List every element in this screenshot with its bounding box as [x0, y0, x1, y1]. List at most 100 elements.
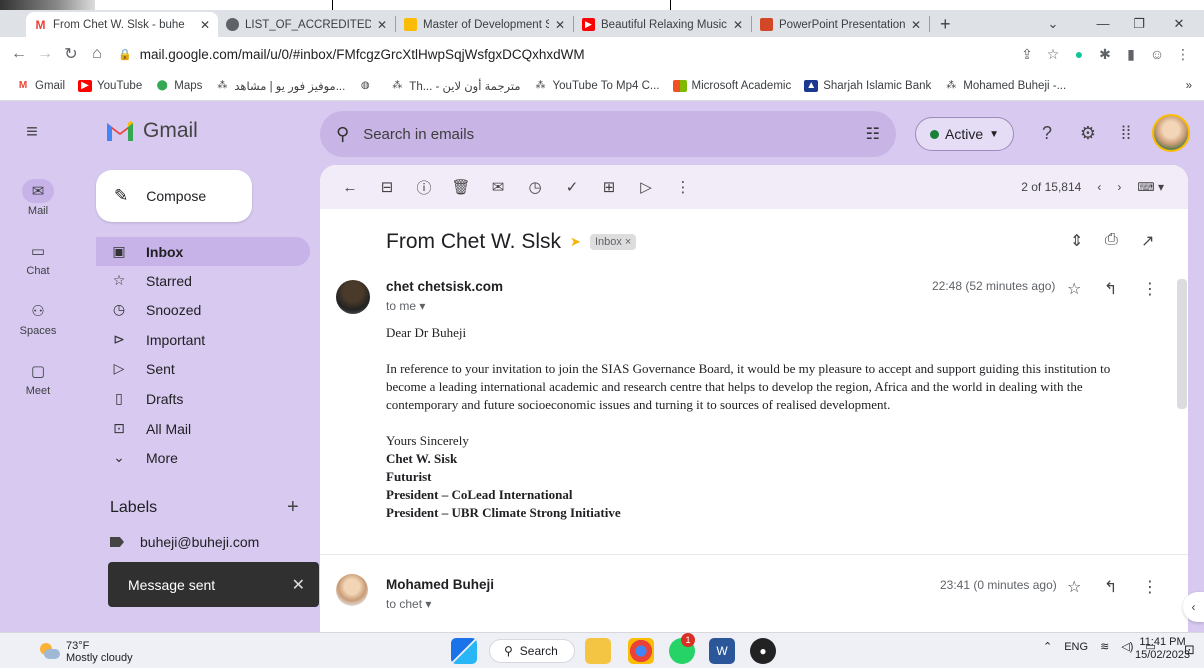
more-bookmarks-icon[interactable]: » [1186, 80, 1192, 92]
search-options-icon[interactable]: ☷ [866, 124, 880, 144]
nav-all-mail[interactable]: ⊡ All Mail [96, 414, 310, 443]
compose-button[interactable]: ✎ Compose [96, 170, 252, 222]
gmail-logo[interactable]: Gmail [105, 119, 198, 143]
show-hidden-icons-icon[interactable]: ⌃ [1043, 640, 1052, 653]
bookmark-item[interactable]: ⬤ Maps [155, 80, 203, 92]
nav-drafts[interactable]: ▯ Drafts [96, 384, 310, 413]
bookmark-item[interactable]: ⁂ موفيز فور يو | مشاهد... [215, 79, 345, 93]
important-marker-icon[interactable]: ➤ [570, 234, 581, 250]
delete-icon[interactable]: 🗑 [447, 178, 475, 196]
browser-tab[interactable]: Master of Development S ✕ [396, 12, 573, 37]
bookmark-star-icon[interactable]: ☆ [1040, 46, 1066, 63]
weather-widget[interactable]: 73°F Mostly cloudy [38, 640, 133, 664]
rail-meet[interactable]: ▢ Meet [0, 359, 76, 397]
bookmark-item[interactable]: Microsoft Academic [672, 79, 791, 92]
bookmark-item[interactable]: ⁂ YouTube To Mp4 C... [534, 80, 660, 92]
scrollbar-thumb[interactable] [1177, 279, 1187, 409]
expand-all-icon[interactable]: ⇕ [1070, 231, 1083, 251]
close-window-icon[interactable]: ✕ [1156, 10, 1202, 37]
more-icon[interactable]: ⋮ [669, 178, 697, 196]
more-icon[interactable]: ⋮ [1142, 577, 1158, 597]
taskbar-clock[interactable]: 11:41 PM 15/02/2023 [1135, 636, 1190, 662]
print-icon[interactable]: ⎙ [1105, 231, 1118, 249]
bookmark-item[interactable]: ▶ YouTube [78, 79, 142, 92]
bookmark-item[interactable]: ▲ Sharjah Islamic Bank [804, 79, 931, 92]
add-label-button[interactable]: + [287, 496, 299, 519]
back-icon[interactable]: ← [6, 45, 32, 63]
label-item[interactable]: buheji@buheji.com [110, 534, 259, 550]
new-tab-button[interactable]: + [930, 12, 961, 37]
sender-avatar[interactable] [336, 280, 370, 314]
browser-tab[interactable]: LIST_OF_ACCREDITED_AC ✕ [218, 12, 395, 37]
notifications-icon[interactable]: ⊡ [1184, 642, 1195, 658]
account-avatar[interactable] [1152, 114, 1190, 152]
nav-more[interactable]: ⌄ More [96, 443, 310, 472]
nav-inbox[interactable]: ▣ Inbox [96, 237, 310, 266]
forward-icon[interactable]: → [32, 45, 58, 63]
more-icon[interactable]: ⋮ [1142, 279, 1158, 299]
share-icon[interactable]: ⇪ [1014, 46, 1040, 63]
bookmark-item[interactable]: ◍ [358, 80, 377, 92]
help-icon[interactable]: ? [1035, 121, 1059, 145]
close-icon[interactable]: ✕ [733, 18, 743, 32]
report-spam-icon[interactable]: ⓘ [410, 177, 438, 198]
sender-name[interactable]: chet chetsisk.com [386, 279, 503, 294]
archive-icon[interactable]: ⊟ [373, 178, 401, 196]
open-new-window-icon[interactable]: ↗ [1141, 231, 1154, 251]
wifi-icon[interactable]: ≋ [1100, 640, 1109, 653]
rail-mail[interactable]: ✉ Mail [0, 179, 76, 217]
rail-spaces[interactable]: ⚇ Spaces [0, 299, 76, 337]
sender-avatar[interactable] [336, 574, 368, 606]
snooze-icon[interactable]: ◷ [521, 178, 549, 196]
home-icon[interactable]: ⌂ [84, 45, 110, 63]
add-task-icon[interactable]: ✓ [558, 178, 586, 196]
bookmark-item[interactable]: ⁂ Th... - مترجمة أون لاين [390, 79, 520, 93]
language-indicator[interactable]: ENG [1064, 641, 1088, 653]
word-icon[interactable]: W [709, 638, 735, 664]
recipients-dropdown[interactable]: to me ▾ [386, 299, 425, 313]
close-icon[interactable]: ✕ [911, 18, 921, 32]
nav-starred[interactable]: ☆ Starred [96, 266, 310, 295]
mark-unread-icon[interactable]: ✉ [484, 178, 512, 196]
volume-icon[interactable]: ◁) [1121, 640, 1133, 653]
bookmark-item[interactable]: M Gmail [16, 80, 65, 92]
profile-icon[interactable]: ☺ [1144, 46, 1170, 62]
menu-icon[interactable]: ⋮ [1170, 46, 1196, 63]
reload-icon[interactable]: ↻ [58, 44, 84, 64]
label-icon[interactable]: ▷ [632, 178, 660, 196]
search-icon[interactable]: ⚲ [336, 124, 349, 145]
browser-tab[interactable]: PowerPoint Presentation ✕ [752, 12, 929, 37]
input-tools-icon[interactable]: ⌨ ▾ [1137, 180, 1164, 194]
nav-sent[interactable]: ▷ Sent [96, 354, 310, 383]
newer-icon[interactable]: ‹ [1097, 180, 1101, 194]
recipients-dropdown[interactable]: to chet ▾ [386, 597, 431, 611]
browser-tab[interactable]: M From Chet W. Slsk - buhe ✕ [26, 12, 218, 37]
extensions-icon[interactable]: ✱ [1092, 46, 1118, 63]
star-icon[interactable]: ☆ [1067, 279, 1081, 299]
media-player-icon[interactable]: ● [750, 638, 776, 664]
reply-icon[interactable]: ↰ [1104, 279, 1117, 299]
apps-grid-icon[interactable]: ⁞⁞ [1114, 121, 1138, 145]
close-icon[interactable]: ✕ [555, 18, 565, 32]
star-icon[interactable]: ☆ [1067, 577, 1081, 597]
sender-name[interactable]: Mohamed Buheji [386, 577, 494, 592]
chrome-icon[interactable] [628, 638, 654, 664]
windows-start-icon[interactable] [451, 638, 477, 664]
nav-important[interactable]: ⊳ Important [96, 325, 310, 354]
main-menu-icon[interactable]: ≡ [20, 121, 44, 145]
close-icon[interactable]: ✕ [377, 18, 387, 32]
side-panel-icon[interactable]: ▮ [1118, 46, 1144, 63]
search-bar[interactable]: ⚲ Search in emails ☷ [320, 111, 896, 157]
status-dropdown[interactable]: Active ▼ [915, 117, 1014, 151]
reply-icon[interactable]: ↰ [1104, 577, 1117, 597]
back-arrow-icon[interactable]: ← [336, 179, 364, 196]
file-explorer-icon[interactable] [585, 638, 611, 664]
nav-snoozed[interactable]: ◷ Snoozed [96, 295, 310, 324]
search-input[interactable]: Search in emails [363, 126, 474, 143]
browser-tab[interactable]: ▶ Beautiful Relaxing Music ✕ [574, 12, 751, 37]
grammarly-icon[interactable]: ● [1066, 46, 1092, 62]
bookmark-item[interactable]: ⁂ Mohamed Buheji -... [944, 80, 1066, 92]
close-icon[interactable]: ✕ [200, 18, 210, 32]
rail-chat[interactable]: ▭ Chat [0, 239, 76, 277]
url-input[interactable]: 🔒 mail.google.com/mail/u/0/#inbox/FMfcgz… [118, 41, 1004, 67]
